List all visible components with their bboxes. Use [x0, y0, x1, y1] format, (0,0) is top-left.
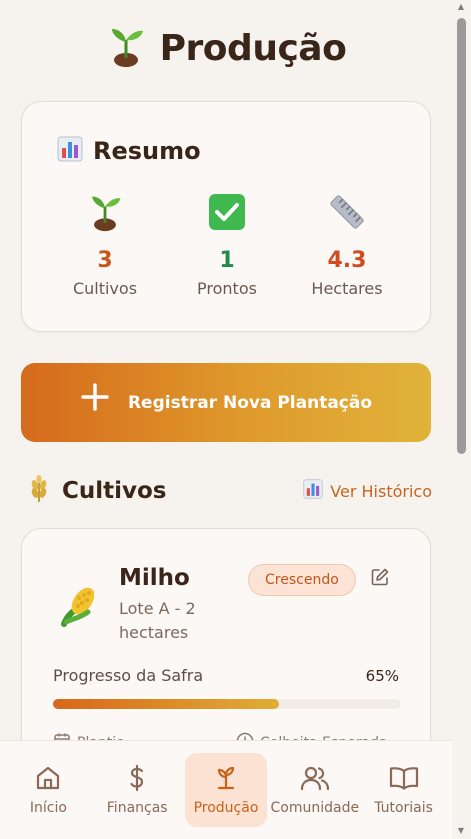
plus-icon [80, 382, 110, 419]
stat-prontos: 1 Prontos [167, 192, 287, 298]
cultivos-title-group: Cultivos [28, 475, 167, 507]
history-link-label: Ver Histórico [330, 481, 432, 501]
wheat-icon [28, 475, 50, 507]
dollar-icon [123, 764, 151, 792]
summary-card: Resumo 3 Cultivos 1 Prontos 4.3 Hectares [21, 101, 431, 332]
progress-label: Progresso da Safra [53, 666, 204, 685]
cultivos-section-header: Cultivos Ver Histórico [28, 475, 432, 507]
page-header: Produção [0, 24, 452, 72]
bar-chart-icon [57, 136, 83, 166]
main-scroll-area[interactable]: Produção Resumo 3 Cultivos 1 Prontos 4.3… [0, 0, 452, 839]
cultivos-title: Cultivos [62, 478, 167, 504]
progress-bar [53, 699, 401, 709]
stat-hectares: 4.3 Hectares [287, 192, 407, 298]
nav-label: Produção [193, 800, 259, 816]
seedling-icon [45, 192, 165, 232]
bar-chart-icon [303, 479, 323, 503]
nav-item-inicio[interactable]: Início [7, 753, 89, 827]
stat-label: Cultivos [72, 279, 138, 298]
crop-name: Milho [119, 565, 190, 591]
stat-value: 1 [219, 248, 235, 273]
corn-icon [60, 584, 98, 632]
check-box-icon [167, 192, 287, 232]
register-planting-label: Registrar Nova Plantação [127, 392, 373, 413]
stat-value: 3 [97, 248, 113, 273]
edit-icon[interactable] [370, 567, 390, 591]
nav-label: Comunidade [270, 800, 360, 816]
stat-cultivos: 3 Cultivos [45, 192, 165, 298]
progress-fill [53, 699, 280, 709]
seedling-icon [106, 24, 146, 72]
scrollbar-thumb[interactable] [457, 18, 466, 454]
nav-label: Tutoriais [374, 800, 433, 816]
nav-item-comunidade[interactable]: Comunidade [270, 753, 359, 827]
sprout-icon [212, 764, 240, 792]
book-icon [389, 764, 419, 792]
home-icon [34, 764, 62, 792]
nav-item-financas[interactable]: Finanças [96, 753, 178, 827]
scroll-up-arrow[interactable]: ▲ [455, 2, 467, 12]
summary-title: Resumo [93, 137, 201, 165]
crop-subtitle: Lote A - 2 hectares [119, 599, 196, 642]
users-icon [300, 764, 330, 792]
scroll-down-arrow[interactable]: ▼ [455, 826, 467, 836]
register-planting-button[interactable]: Registrar Nova Plantação [21, 363, 431, 442]
progress-value: 65% [365, 667, 399, 685]
nav-label: Finanças [106, 800, 168, 816]
nav-item-tutoriais[interactable]: Tutoriais [363, 753, 445, 827]
history-link[interactable]: Ver Histórico [303, 479, 432, 503]
summary-header: Resumo [57, 136, 201, 166]
page-title: Produção [159, 27, 347, 69]
stat-label: Prontos [197, 279, 257, 298]
stat-value: 4.3 [327, 248, 367, 273]
ruler-icon [287, 192, 407, 232]
scrollbar[interactable]: ▲ ▼ [455, 0, 467, 839]
nav-label: Início [29, 800, 67, 816]
status-badge: Crescendo [248, 564, 356, 596]
stat-label: Hectares [311, 279, 383, 298]
bottom-navigation: Início Finanças Produção Comunidade Tuto… [0, 740, 452, 839]
nav-item-producao[interactable]: Produção [184, 753, 267, 827]
